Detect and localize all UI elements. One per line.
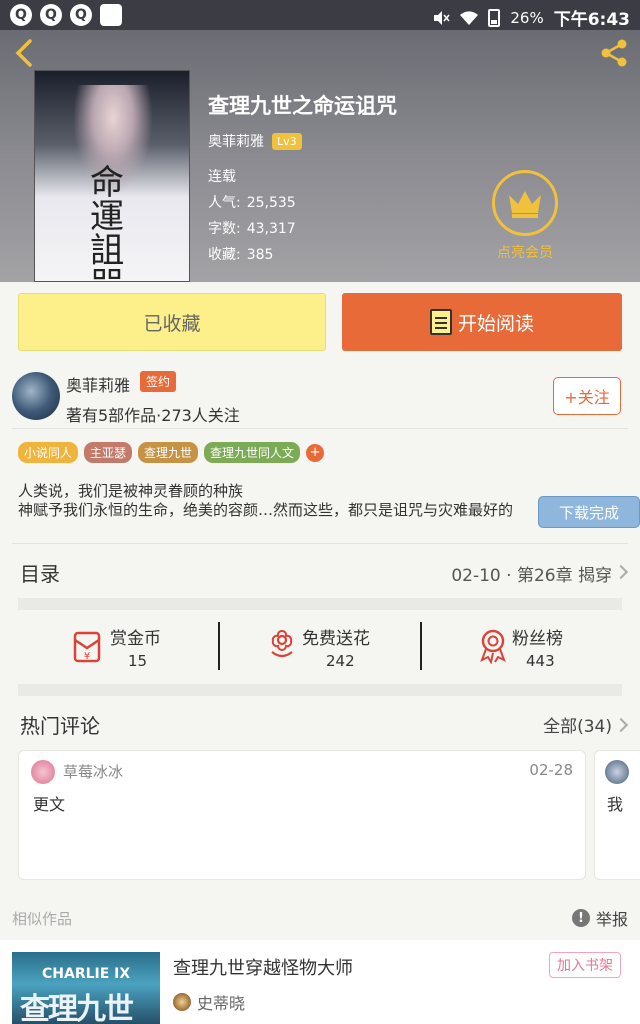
catalog-row[interactable]: 目录 02-10 · 第26章 揭穿 [0,544,640,598]
cover-title: 查理九世 [20,992,134,1024]
section-divider [18,684,622,696]
qq-icon: Q [10,4,32,26]
reward-coin-button[interactable]: ¥ 赏金币 15 [0,612,200,684]
send-flower-value: 242 [326,652,355,670]
comment-text: 我 [607,795,624,814]
vip-label: 点亮会员 [497,245,553,261]
book-description[interactable]: 人类说，我们是被神灵眷顾的种族 神赋予我们永恒的生命，绝美的容颜…然而这些，都只… [18,482,618,520]
vip-button[interactable]: 点亮会员 [490,170,560,262]
comment-date: 02-28 [529,761,573,779]
notification-icons: Q Q Q [10,4,122,26]
similar-book-author: 史蒂晓 [197,994,246,1013]
latest-chapter: 02-10 · 第26章 揭穿 [451,566,612,586]
red-envelope-icon: ¥ [73,631,101,663]
catalog-title: 目录 [20,562,60,586]
fan-ranking-button[interactable]: 粉丝榜 443 [422,612,622,684]
status-bar: Q Q Q 26% 下午6:43 [0,0,640,30]
tag-list: 小说同人 主亚瑟 查理九世 查理九世同人文 + [18,442,325,463]
reward-stats: ¥ 赏金币 15 免费送花 242 粉丝榜 443 [0,612,640,684]
warning-icon: ! [571,909,590,927]
qq-icon: Q [40,4,62,26]
book-header: 命 運 詛 咒 查理九世之命运诅咒 奥菲莉雅 Lv3 连载 人气:25,535 … [0,30,640,282]
level-badge: Lv3 [272,132,302,150]
add-tag-button[interactable]: + [306,443,325,462]
divider [12,428,628,429]
tag[interactable]: 小说同人 [18,442,79,463]
book-author-row: 奥菲莉雅 Lv3 [208,131,302,151]
clock: 下午6:43 [553,10,630,30]
start-reading-button[interactable]: 开始阅读 [342,293,622,351]
signed-badge: 签约 [140,371,177,392]
popularity-stat: 人气: 25,535 [208,195,296,211]
similar-book-item[interactable]: CHARLIE IX 查理九世 查理九世穿越怪物大师 加入书架 史蒂晓 [0,940,640,1024]
similar-book-cover[interactable]: CHARLIE IX 查理九世 [12,952,160,1024]
action-bar: 已收藏 开始阅读 [0,282,640,362]
battery-icon [488,8,501,27]
tag[interactable]: 查理九世 [138,442,199,463]
qq-icon: Q [70,4,92,26]
author-avatar [173,993,191,1011]
commenter-avatar [31,760,55,784]
send-flower-label: 免费送花 [302,629,370,649]
book-title: 查理九世之命运诅咒 [208,94,397,118]
similar-works-label: 相似作品 [12,910,73,928]
chevron-right-icon [613,717,629,733]
svg-text:¥: ¥ [84,651,90,662]
all-comments-link[interactable]: 全部(34) [543,712,612,737]
crown-icon [492,170,558,236]
follow-button[interactable]: +关注 [553,377,621,415]
system-icons: 26% 下午6:43 [432,5,630,30]
book-icon [429,309,452,335]
hot-comments-title: 热门评论 [20,714,100,738]
commenter-name: 草莓冰冰 [63,763,124,781]
reward-coin-value: 15 [128,652,148,670]
author-name[interactable]: 奥菲莉雅 [66,372,130,396]
tag[interactable]: 主亚瑟 [84,442,133,463]
wifi-icon [460,10,479,25]
battery-percent: 26% [510,8,544,27]
fan-ranking-value: 443 [526,652,555,670]
book-author[interactable]: 奥菲莉雅 [208,131,264,151]
medal-icon [480,629,506,664]
commenter-avatar [605,760,629,784]
cover-title: 命 運 詛 咒 [90,163,124,281]
report-label: 举报 [595,910,628,929]
comment-text: 更文 [33,795,66,814]
share-icon[interactable] [598,38,630,68]
word-count-stat: 字数: 43,317 [208,221,296,237]
author-meta: 著有5部作品·273人关注 [66,406,240,425]
back-arrow-icon[interactable] [12,38,38,68]
send-flower-button[interactable]: 免费送花 242 [220,612,420,684]
download-complete-toast: 下载完成 [538,496,640,528]
flower-icon [271,630,293,658]
comment-card[interactable]: 草莓冰冰 02-28 更文 [18,750,586,880]
similar-author-row: 史蒂晓 [173,990,245,1014]
fan-ranking-label: 粉丝榜 [512,629,563,649]
comment-card[interactable]: 我 [594,750,640,880]
section-divider [18,598,622,610]
collection-stat: 收藏: 385 [208,247,274,263]
serial-status: 连载 [208,169,236,185]
similar-works-header: 相似作品 ! 举报 [0,900,640,940]
start-reading-label: 开始阅读 [457,312,534,335]
tag[interactable]: 查理九世同人文 [204,442,301,463]
book-cover[interactable]: 命 運 詛 咒 [34,70,190,282]
cover-subtitle: CHARLIE IX [42,966,131,982]
mute-icon [434,10,450,25]
similar-book-title: 查理九世穿越怪物大师 [173,958,353,979]
hot-comments-section: 热门评论 全部(34) 草莓冰冰 02-28 更文 我 [0,700,640,900]
report-button[interactable]: ! 举报 [571,906,628,930]
reward-coin-label: 赏金币 [110,629,161,649]
favorited-button[interactable]: 已收藏 [18,293,326,351]
app-notification-icon [100,4,122,26]
chevron-right-icon [613,564,629,580]
author-section: 奥菲莉雅 签约 著有5部作品·273人关注 +关注 小说同人 主亚瑟 查理九世 … [0,362,640,544]
author-avatar[interactable] [12,372,60,420]
add-to-shelf-button[interactable]: 加入书架 [549,952,621,978]
